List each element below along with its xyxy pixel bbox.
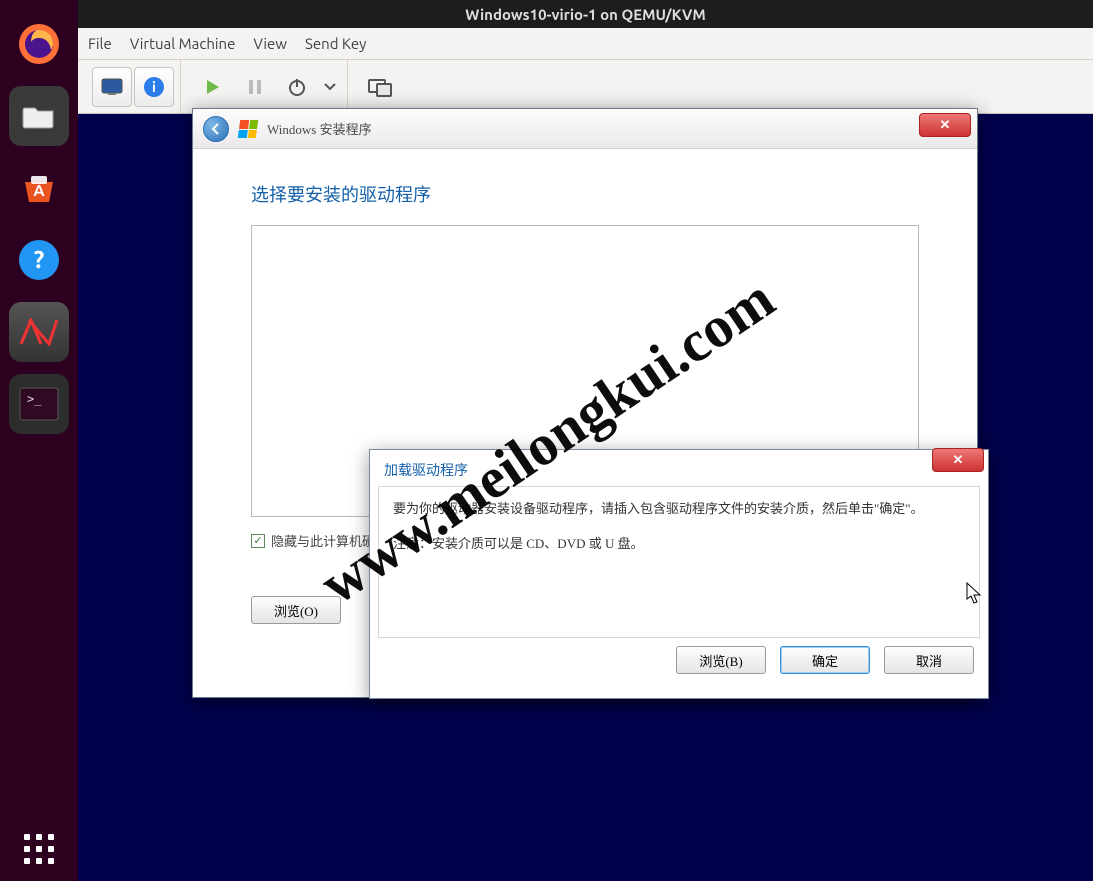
back-button[interactable] xyxy=(203,116,229,142)
pause-button[interactable] xyxy=(235,67,275,107)
browse-button[interactable]: 浏览(O) xyxy=(251,596,341,624)
svg-text:?: ? xyxy=(34,246,45,273)
run-button[interactable] xyxy=(193,67,233,107)
svg-text:A: A xyxy=(33,182,45,200)
dock-help-icon[interactable]: ? xyxy=(9,230,69,290)
dialog-ok-button[interactable]: 确定 xyxy=(780,646,870,674)
menu-file[interactable]: File xyxy=(88,35,112,52)
console-button[interactable] xyxy=(92,67,132,107)
menu-send-key[interactable]: Send Key xyxy=(305,35,366,52)
dock-files-icon[interactable] xyxy=(9,86,69,146)
dock-firefox-icon[interactable] xyxy=(9,14,69,74)
dock-terminal-icon[interactable]: >_ xyxy=(9,374,69,434)
menu-view[interactable]: View xyxy=(253,35,287,52)
dock-apps-grid-icon[interactable] xyxy=(19,829,59,869)
windows-setup-titlebar: Windows 安装程序 ✕ xyxy=(193,109,977,149)
dialog-close-button[interactable]: ✕ xyxy=(932,448,984,472)
windows-setup-title: Windows 安装程序 xyxy=(267,119,372,138)
virtmanager-menubar: File Virtual Machine View Send Key xyxy=(78,28,1093,60)
dialog-cancel-button[interactable]: 取消 xyxy=(884,646,974,674)
menu-virtual-machine[interactable]: Virtual Machine xyxy=(130,35,236,52)
setup-close-button[interactable]: ✕ xyxy=(919,113,971,137)
dialog-line1: 要为你的驱动器安装设备驱动程序，请插入包含驱动程序文件的安装介质，然后单击"确定… xyxy=(393,497,965,520)
dialog-body: 要为你的驱动器安装设备驱动程序，请插入包含驱动程序文件的安装介质，然后单击"确定… xyxy=(378,486,980,638)
dock-software-icon[interactable]: A xyxy=(9,158,69,218)
shutdown-menu-chevron-icon[interactable] xyxy=(319,67,341,107)
dialog-line2: 注意：安装介质可以是 CD、DVD 或 U 盘。 xyxy=(393,532,965,555)
dialog-title: 加载驱动程序 xyxy=(370,450,988,486)
svg-text:i: i xyxy=(152,79,156,95)
hide-incompatible-checkbox[interactable]: ✓ xyxy=(251,534,265,548)
dock-virtmanager-icon[interactable] xyxy=(9,302,69,362)
svg-text:>_: >_ xyxy=(27,392,42,406)
host-window-title: Windows10-virio-1 on QEMU/KVM xyxy=(78,0,1093,28)
fullscreen-button[interactable] xyxy=(360,67,400,107)
windows-flag-icon xyxy=(238,120,259,138)
details-button[interactable]: i xyxy=(134,67,174,107)
ubuntu-dock: A ? >_ xyxy=(0,0,78,881)
setup-heading: 选择要安装的驱动程序 xyxy=(251,181,919,207)
mouse-cursor-icon xyxy=(966,582,982,606)
shutdown-button[interactable] xyxy=(277,67,317,107)
dialog-browse-button[interactable]: 浏览(B) xyxy=(676,646,766,674)
load-driver-dialog: ✕ 加载驱动程序 要为你的驱动器安装设备驱动程序，请插入包含驱动程序文件的安装介… xyxy=(369,449,989,699)
virtmanager-toolbar: i xyxy=(78,60,1093,114)
